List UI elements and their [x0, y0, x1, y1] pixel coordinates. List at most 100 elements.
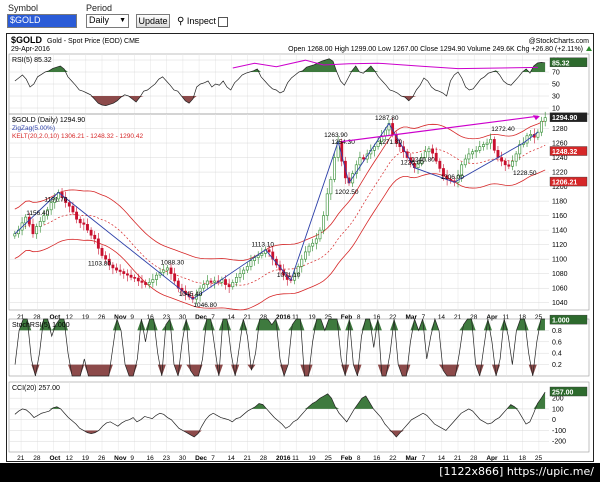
candle-body: [126, 273, 129, 276]
search-icon: ⚲: [177, 16, 185, 27]
rsi-legend: RSI(5) 85.32: [12, 57, 52, 64]
candle-body: [104, 255, 108, 260]
cci-x-tick-label: 28: [470, 455, 478, 461]
inspect-toggle[interactable]: ⚲ Inspect: [177, 14, 229, 28]
chart-symbol-title: $GOLD: [11, 35, 43, 45]
candle-body: [49, 202, 53, 211]
candle-body: [474, 149, 478, 153]
cci-x-tick-label: 21: [244, 455, 252, 461]
candle-body: [543, 117, 547, 122]
candle-body: [111, 264, 115, 269]
candle-body: [463, 158, 467, 166]
candle-body: [245, 266, 249, 271]
candle-body: [169, 267, 173, 275]
candle-body: [322, 215, 326, 231]
last-price-tag: 1294.90: [552, 115, 577, 122]
price-x-tick-label: Nov: [114, 314, 127, 321]
stochrsi-legend: StochRSI(5) 1.000: [12, 322, 70, 329]
candle-body: [71, 205, 75, 213]
rsi-tick-label: 30: [552, 94, 560, 101]
candle-body: [471, 151, 474, 155]
cci-x-tick-label: 11: [503, 455, 510, 461]
inspect-checkbox[interactable]: [218, 16, 229, 27]
cci-x-tick-label: 21: [454, 455, 462, 461]
cci-x-tick-label: 7: [211, 455, 215, 461]
candle-body: [144, 282, 148, 285]
price-point-label: 1045.40: [179, 291, 203, 298]
cci-tick-label: -100: [552, 428, 566, 435]
candle-body: [100, 247, 104, 256]
cci-tick-label: -200: [552, 439, 566, 446]
cci-x-tick-label: 30: [179, 455, 187, 461]
update-button[interactable]: Update: [136, 14, 170, 28]
candle-body: [307, 245, 311, 253]
price-x-tick-label: 7: [211, 314, 215, 321]
candle-body: [507, 164, 511, 167]
cci-x-tick-label: 22: [389, 455, 397, 461]
candle-body: [133, 277, 137, 279]
up-triangle-icon: [586, 46, 592, 51]
stochrsi-value-tag: 1.000: [552, 318, 570, 325]
candle-body: [234, 277, 238, 283]
candle-body: [231, 282, 235, 288]
candle-body: [162, 269, 166, 273]
candle-body: [147, 282, 151, 285]
price-point-label: 1113.10: [251, 242, 274, 249]
price-tick-label: 1220: [552, 170, 568, 177]
candle-body: [249, 260, 253, 267]
cci-x-tick-label: 8: [357, 455, 361, 461]
symbol-label: Symbol: [8, 3, 39, 13]
candle-body: [529, 134, 533, 137]
candle-body: [489, 139, 493, 144]
chart-date: 29-Apr-2016: [11, 46, 50, 53]
price-point-label: 1103.80: [88, 260, 111, 267]
candle-body: [314, 238, 318, 244]
cci-x-tick-label: Apr: [486, 455, 498, 461]
cci-x-tick-label: 16: [147, 455, 155, 461]
cci-x-tick-label: 2016: [276, 455, 291, 461]
symbol-input[interactable]: $GOLD: [7, 14, 77, 28]
zigzag-legend: ZigZag(5.00%): [12, 125, 55, 132]
candle-body: [503, 160, 507, 166]
price-x-tick-label: Dec: [195, 314, 207, 321]
price-x-tick-label: 8: [357, 314, 361, 321]
inspect-label: Inspect: [186, 16, 216, 26]
chevron-down-icon[interactable]: ▼: [119, 17, 126, 24]
candle-body: [75, 211, 78, 220]
candle-body: [86, 224, 89, 231]
rsi-tick-label: 10: [552, 106, 560, 113]
candle-body: [202, 284, 206, 289]
candle-body: [431, 148, 434, 154]
cci-x-tick-label: 18: [519, 455, 527, 461]
candle-body: [89, 229, 93, 236]
cci-tick-label: 100: [552, 406, 564, 413]
cci-x-tick-label: 14: [227, 455, 235, 461]
candle-body: [383, 129, 387, 137]
candle-body: [434, 152, 438, 162]
price-tick-label: 1100: [552, 257, 567, 264]
rsi-tick-label: 50: [552, 82, 560, 89]
candle-body: [238, 273, 242, 278]
price-point-label: 1272.40: [491, 126, 515, 133]
candle-body: [155, 274, 158, 280]
candle-body: [24, 216, 28, 224]
price-tick-label: 1160: [552, 213, 567, 220]
candle-body: [329, 179, 333, 195]
candle-body: [118, 269, 122, 272]
price-tick-label: 1060: [552, 286, 568, 293]
chart-frame: $GOLD Gold - Spot Price (EOD) CME @StockCh…: [6, 33, 594, 462]
cci-x-tick-label: 19: [82, 455, 90, 461]
keltner-lower-tag: 1206.21: [552, 180, 577, 187]
cci-x-tick-label: 16: [373, 455, 381, 461]
candle-body: [224, 279, 227, 285]
candle-body: [78, 218, 82, 224]
ohlc-readout: Open 1268.00 High 1299.00 Low 1267.00 Cl…: [288, 46, 583, 53]
chart-canvas: $GOLD Gold - Spot Price (EOD) CME @StockCh…: [8, 35, 592, 461]
candle-body: [318, 229, 322, 240]
cci-x-tick-label: 7: [422, 455, 426, 461]
candle-body: [35, 226, 39, 235]
candle-body: [93, 234, 97, 240]
cci-x-tick-label: 25: [325, 455, 333, 461]
period-select[interactable]: Daily ▼: [86, 14, 129, 28]
keltner-legend: KELT(20,2.0,10) 1306.21 - 1248.32 - 1290…: [12, 133, 143, 140]
